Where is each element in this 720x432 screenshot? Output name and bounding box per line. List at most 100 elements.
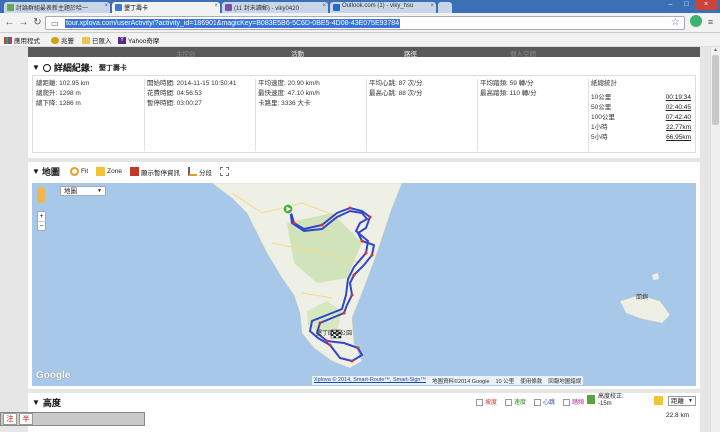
forward-icon[interactable]: →	[18, 17, 29, 28]
segment-stats: 紙總統計 10公里 00:19:34 50公里 02:40:45 100公里 07:4…	[588, 79, 695, 151]
split-icon	[188, 167, 197, 176]
collapse-icon[interactable]: ▼	[32, 63, 40, 72]
zone-icon[interactable]	[654, 396, 663, 405]
menu-icon[interactable]: ≡	[705, 17, 716, 28]
split-button[interactable]: 分段	[188, 167, 212, 177]
folder-icon	[82, 36, 90, 44]
map-canvas: 墾丁國家公園 蘭嶼	[211, 183, 671, 369]
route-map[interactable]: 墾丁國家公園 蘭嶼 地圖 ▼ + − Google Xplova © 2014,…	[32, 183, 696, 386]
yahoo-icon: Y	[118, 36, 126, 44]
map-toolbar: ▼ 地圖 Fit Zone 顯示暫停資訊 分段	[32, 165, 237, 178]
cadence-stats: 平均踏頻: 59 轉/分 最高踏頻: 110 轉/分	[477, 79, 537, 151]
scale-bar: 10 公里	[495, 379, 515, 385]
url-text[interactable]: tour.xplova.com/userActivity/?activity_i…	[65, 19, 401, 28]
search-icon	[42, 63, 51, 72]
bookmark-imported[interactable]: 已匯入	[82, 35, 112, 45]
crosshair-icon	[69, 167, 79, 176]
zoom-out-button[interactable]: −	[38, 221, 45, 231]
checkbox[interactable]	[476, 398, 483, 406]
tab-outlook[interactable]: Outlook.com (1) - viky_hsu ×	[330, 2, 436, 13]
segment-row: 100公里 07:42:40	[591, 114, 691, 121]
bookmark-apps[interactable]: 應用程式	[4, 35, 40, 45]
ime-mode-button[interactable]: 注	[3, 413, 17, 425]
elevation-heading: 高度	[42, 398, 61, 408]
elevation-calibration[interactable]: 高度校正: -15m	[587, 394, 624, 408]
scroll-up-icon[interactable]: ▲	[712, 47, 719, 53]
mail-icon	[225, 4, 232, 11]
close-window-icon[interactable]: ×	[695, 0, 717, 10]
zoom-in-button[interactable]: +	[38, 212, 45, 221]
heart-rate-toggle[interactable]: 心跳	[534, 397, 555, 406]
outlook-icon	[333, 4, 340, 11]
collapse-icon[interactable]: ▼	[32, 167, 40, 176]
details-header[interactable]: ▼ 詳細紀錄: 墾丁壽卡	[32, 61, 127, 74]
time-stats: 開始時間: 2014-11-15 10:50:41 花費時間: 04:56:53…	[144, 79, 237, 151]
page-scrollbar[interactable]: ▲	[710, 47, 720, 432]
details-section: ▼ 詳細紀錄: 墾丁壽卡 總距離: 102.95 km 總爬升: 1298 m …	[28, 57, 700, 158]
speed-toggle[interactable]: 速度	[505, 397, 526, 406]
x-axis-select[interactable]: 距離 ▼	[668, 396, 696, 406]
elevation-distance-readout: 22.8 km	[666, 412, 690, 419]
back-icon[interactable]: ←	[4, 17, 15, 28]
segment-row: 1小時 22.77km	[591, 124, 691, 131]
chevron-down-icon: ▼	[97, 188, 102, 194]
activity-name: 墾丁壽卡	[98, 64, 127, 72]
checkbox[interactable]	[505, 398, 513, 406]
show-pause-button[interactable]: 顯示暫停資訊	[130, 167, 180, 177]
collapse-icon[interactable]: ▼	[32, 398, 40, 407]
segment-row: 10公里 00:19:34	[591, 94, 691, 101]
details-box: 總距離: 102.95 km 總爬升: 1298 m 總下降: 1286 m 開…	[32, 75, 696, 153]
google-logo: Google	[36, 370, 71, 381]
map-type-select[interactable]: 地圖 ▼	[60, 186, 106, 196]
chevron-down-icon: ▼	[688, 398, 693, 404]
fullscreen-icon	[220, 167, 229, 176]
map-section: ▼ 地圖 Fit Zone 顯示暫停資訊 分段 墾丁國家公園 蘭嶼 地圖 ▼ +…	[28, 162, 700, 389]
new-tab-button[interactable]	[438, 2, 452, 13]
segment-row: 50公里 02:40:45	[591, 104, 691, 111]
bank-icon	[51, 36, 59, 44]
fit-button[interactable]: Fit	[69, 167, 88, 176]
street-view-pegman-icon[interactable]	[37, 187, 45, 203]
close-icon[interactable]: ×	[322, 3, 326, 9]
page-content: 主控台 活動 路徑 個人空間 ▼ 詳細紀錄: 墾丁壽卡 總距離: 102.95 …	[0, 47, 710, 432]
ime-width-button[interactable]: 半	[19, 413, 33, 425]
close-icon[interactable]: ×	[104, 3, 108, 9]
close-icon[interactable]: ×	[430, 3, 434, 9]
tab-favicon-icon	[115, 4, 122, 11]
bookmark-star-icon[interactable]: ☆	[671, 17, 680, 28]
window-controls: – □ ×	[663, 0, 717, 11]
maximize-icon[interactable]: □	[679, 0, 694, 10]
extension-icon[interactable]	[690, 15, 702, 27]
bookmark-yahoo[interactable]: Y Yahoo奇摩	[118, 35, 159, 45]
heart-rate-stats: 平均心跳: 87 次/分 最高心跳: 88 次/分	[366, 79, 422, 151]
minimize-icon[interactable]: –	[663, 0, 678, 10]
speed-stats: 平均速度: 20.90 km/h 最快速度: 47.10 km/h 卡路里: 3…	[255, 79, 320, 151]
tab-forum[interactable]: 討論群組最表新主題於哈一 ×	[4, 2, 110, 13]
cadence-toggle[interactable]: 踏頻	[563, 397, 584, 406]
address-bar[interactable]: ▭ tour.xplova.com/userActivity/?activity…	[45, 16, 685, 30]
checkbox[interactable]	[534, 398, 542, 406]
reload-icon[interactable]: ↻	[32, 17, 43, 28]
distance-stats: 總距離: 102.95 km 總爬升: 1298 m 總下降: 1286 m	[36, 80, 90, 107]
bookmarks-bar: 應用程式 兆豐 已匯入 Y Yahoo奇摩	[0, 33, 720, 47]
pause-icon	[130, 167, 139, 176]
checkbox[interactable]	[563, 398, 571, 406]
close-icon[interactable]: ×	[214, 3, 218, 9]
zoom-control: + −	[37, 211, 46, 231]
island-label: 蘭嶼	[636, 293, 648, 301]
elevation-header[interactable]: ▼ 高度	[32, 396, 61, 409]
map-heading: 地圖	[41, 167, 60, 177]
bookmark-megabank[interactable]: 兆豐	[51, 35, 74, 45]
park-label: 墾丁國家公園	[316, 329, 352, 337]
top-nav: 主控台 活動 路徑 個人空間	[28, 47, 700, 58]
tab-activity[interactable]: 墾丁壽卡 ×	[112, 2, 220, 13]
apps-icon	[4, 36, 12, 44]
tab-mail[interactable]: (11 封未讀郵) - viky0420 ×	[222, 2, 328, 13]
zone-button[interactable]: Zone	[96, 167, 122, 176]
ime-toolbar: 注半	[0, 412, 145, 426]
slope-toggle[interactable]: 坡度	[476, 397, 497, 406]
map-footer: Xplova © 2014, Smart-Route™, Smart-Sign™…	[312, 376, 584, 385]
fullscreen-button[interactable]	[220, 167, 229, 176]
scroll-thumb[interactable]	[712, 55, 719, 125]
page-icon: ▭	[51, 19, 59, 28]
